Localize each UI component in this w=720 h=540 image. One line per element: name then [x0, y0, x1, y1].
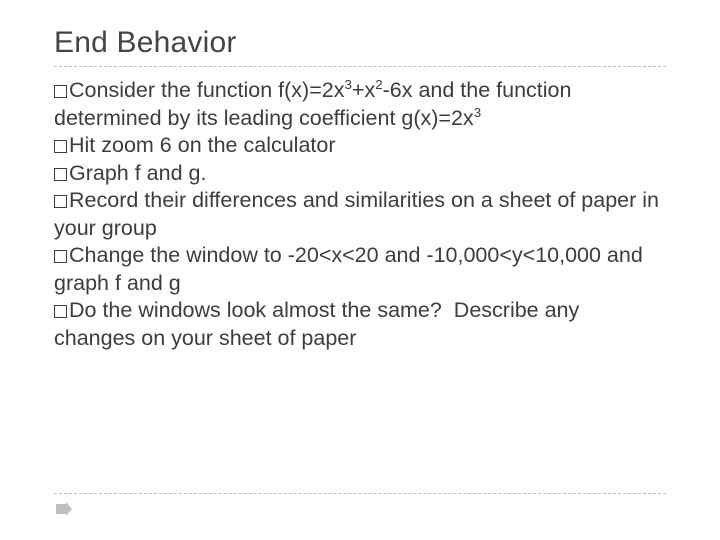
- list-item-text: the windows look almost the same? Descri…: [54, 298, 579, 350]
- footer-divider: [54, 493, 666, 494]
- list-item-lead: Hit: [69, 133, 95, 157]
- checkbox-icon: [54, 168, 67, 181]
- list-item-text: f and g.: [129, 161, 207, 185]
- slide-body: Consider the function f(x)=2x3+x2-6x and…: [54, 77, 666, 352]
- list-item: Do the windows look almost the same? Des…: [54, 297, 666, 352]
- list-item: Graph f and g.: [54, 160, 666, 188]
- list-item: Record their differences and similaritie…: [54, 187, 666, 242]
- slide-title: End Behavior: [54, 26, 666, 60]
- checkbox-icon: [54, 140, 67, 153]
- list-item: Hit zoom 6 on the calculator: [54, 132, 666, 160]
- list-item-lead: Record: [69, 188, 138, 212]
- list-item-lead: Graph: [69, 161, 129, 185]
- title-divider: [54, 66, 666, 67]
- checkbox-icon: [54, 250, 67, 263]
- list-item-lead: Do: [69, 298, 96, 322]
- list-item-text: their differences and similarities on a …: [54, 188, 659, 240]
- list-item-lead: Consider: [69, 78, 155, 102]
- list-item-text: zoom 6 on the calculator: [95, 133, 335, 157]
- slide: End Behavior Consider the function f(x)=…: [0, 0, 720, 540]
- list-item: Consider the function f(x)=2x3+x2-6x and…: [54, 77, 666, 132]
- checkbox-icon: [54, 195, 67, 208]
- list-item: Change the window to -20<x<20 and -10,00…: [54, 242, 666, 297]
- checkbox-icon: [54, 85, 67, 98]
- list-item-lead: Change: [69, 243, 144, 267]
- checkbox-icon: [54, 305, 67, 318]
- arrow-right-icon: [56, 502, 72, 516]
